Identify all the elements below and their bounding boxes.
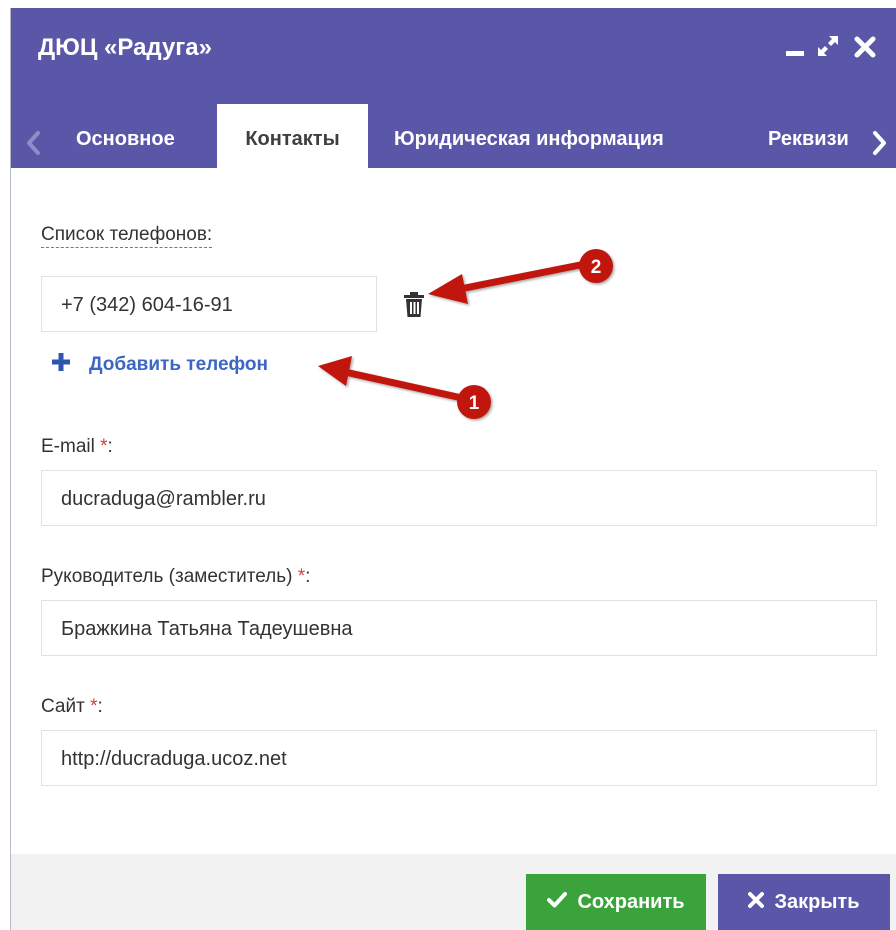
head-label: Руководитель (заместитель) *: xyxy=(41,566,310,588)
close-button[interactable]: Закрыть xyxy=(718,874,890,930)
save-button-label: Сохранить xyxy=(577,891,685,913)
head-input[interactable]: Бражкина Татьяна Тадеушевна xyxy=(41,600,877,656)
add-phone-label: Добавить телефон xyxy=(89,354,269,375)
site-label-text: Сайт xyxy=(41,696,91,717)
label-colon: : xyxy=(305,566,311,587)
site-label: Сайт *: xyxy=(41,696,103,718)
chevron-left-icon[interactable] xyxy=(25,130,41,161)
chevron-right-icon[interactable] xyxy=(872,130,888,161)
phones-label-text: Список телефонов: xyxy=(41,224,213,248)
required-mark: * xyxy=(90,696,98,717)
dialog-footer: Сохранить Закрыть xyxy=(11,854,896,930)
plus-icon xyxy=(51,352,71,378)
tab-kontakty[interactable]: Контакты xyxy=(217,104,368,168)
title-bar: ДЮЦ «Радуга» xyxy=(11,8,896,102)
email-label-text: E-mail xyxy=(41,436,101,457)
dialog-window: ДЮЦ «Радуга» Основное Контакты Юридическ… xyxy=(10,8,896,930)
tab-legal-info[interactable]: Юридическая информация xyxy=(394,102,664,168)
email-label: E-mail *: xyxy=(41,436,113,458)
head-label-text: Руководитель (заместитель) xyxy=(41,566,298,587)
form-content: Список телефонов: +7 (342) 604-16-91 Доб… xyxy=(11,168,896,854)
add-phone-link[interactable]: Добавить телефон xyxy=(51,350,268,380)
label-colon: : xyxy=(107,436,113,457)
required-mark: * xyxy=(100,436,108,457)
close-x-icon xyxy=(748,891,765,914)
close-icon[interactable] xyxy=(854,34,876,63)
site-input[interactable]: http://ducraduga.ucoz.net xyxy=(41,730,877,786)
phone-input[interactable]: +7 (342) 604-16-91 xyxy=(41,276,377,332)
save-button[interactable]: Сохранить xyxy=(526,874,706,930)
trash-icon[interactable] xyxy=(403,292,425,323)
email-input[interactable]: ducraduga@rambler.ru xyxy=(41,470,877,526)
label-colon: : xyxy=(97,696,103,717)
tab-rekvizity[interactable]: Реквизи xyxy=(768,102,849,168)
minimize-icon[interactable] xyxy=(785,34,805,63)
maximize-icon[interactable] xyxy=(816,34,840,63)
checkmark-icon xyxy=(547,891,568,915)
tab-bar: Основное Контакты Юридическая информация… xyxy=(11,102,896,168)
dialog-title: ДЮЦ «Радуга» xyxy=(38,34,212,61)
phones-label: Список телефонов: xyxy=(41,224,213,248)
tab-osnovnoe[interactable]: Основное xyxy=(76,102,175,168)
close-button-label: Закрыть xyxy=(774,891,860,913)
